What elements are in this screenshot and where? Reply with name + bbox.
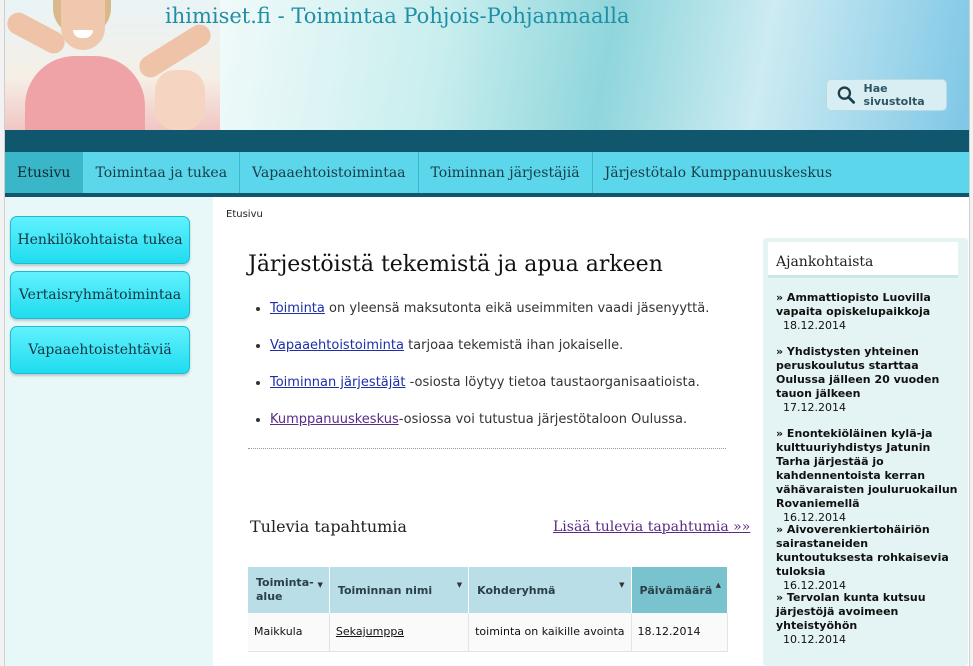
nav-item-jarjestotalo[interactable]: Järjestötalo Kumppanuuskeskus (593, 152, 844, 193)
column-header-toiminta-alue[interactable]: Toiminta-alue ▼ (248, 567, 330, 613)
news-title[interactable]: » Enontekiöläinen kylä-ja kulttuuriyhdis… (776, 427, 964, 511)
more-events-link[interactable]: Lisää tulevia tapahtumia »» (553, 519, 750, 535)
news-title[interactable]: » Yhdistysten yhteinen peruskoulutus sta… (776, 345, 964, 401)
link-vapaaehtoistoiminta[interactable]: Vapaaehtoistoiminta (270, 338, 404, 353)
nav-item-etusivu[interactable]: Etusivu (5, 152, 84, 193)
news-date: 18.12.2014 (783, 319, 846, 332)
news-title[interactable]: » Ammattiopisto Luovilla vapaita opiskel… (776, 291, 964, 319)
cell-target-group: toiminta on kaikille avointa (468, 613, 632, 652)
news-item[interactable]: » Enontekiöläinen kylä-ja kulttuuriyhdis… (776, 427, 964, 525)
events-title: Tulevia tapahtumia (250, 517, 407, 536)
sidebar-button-vertaisryhmatoimintaa[interactable]: Vertaisryhmätoimintaa (10, 271, 190, 319)
sort-down-icon: ▼ (317, 581, 323, 589)
news-item[interactable]: » Aivoverenkiertohäiriön sairastaneiden … (776, 523, 964, 593)
cell-date: 18.12.2014 (631, 613, 729, 652)
intro-text: -osiosta löytyy tietoa taustaorganisaati… (405, 375, 700, 390)
header-band (5, 130, 969, 152)
news-item[interactable]: » Yhdistysten yhteinen peruskoulutus sta… (776, 345, 964, 415)
table-row: Maikkula Sekajumppa toiminta on kaikille… (248, 613, 729, 652)
intro-text: on yleensä maksutonta eikä useimmiten va… (324, 301, 710, 316)
breadcrumb[interactable]: Etusivu (226, 209, 263, 220)
nav-item-toiminnan-jarjestajia[interactable]: Toiminnan järjestäjiä (419, 152, 593, 193)
events-table: Toiminta-alue ▼ Toiminnan nimi ▼ Kohderyhm… (248, 567, 729, 652)
main-nav: Etusivu Toimintaa ja tukea Vapaaehtoisto… (5, 152, 969, 197)
cell-name: Sekajumppa (329, 613, 470, 652)
divider (248, 448, 726, 449)
news-item[interactable]: » Ammattiopisto Luovilla vapaita opiskel… (776, 291, 964, 333)
list-item: Kumppanuuskeskus-osiossa voi tutustua jä… (270, 409, 730, 446)
sort-up-icon: ▲ (715, 581, 721, 589)
list-item: Toiminta on yleensä maksutonta eikä usei… (270, 298, 730, 335)
list-item: Vapaaehtoistoiminta tarjoaa tekemistä ih… (270, 335, 730, 372)
news-panel: Ajankohtaista » Ammattiopisto Luovilla v… (763, 238, 968, 666)
news-heading: Ajankohtaista (776, 254, 874, 270)
page-title: Järjestöistä tekemistä ja apua arkeen (248, 252, 663, 277)
sidebar-button-vapaaehtoistehtavia[interactable]: Vapaaehtoistehtäviä (10, 326, 190, 374)
site-header: ihimiset.fi - Toimintaa Pohjois-Pohjanma… (5, 0, 969, 130)
sort-down-icon: ▼ (619, 581, 625, 589)
news-date: 17.12.2014 (783, 401, 846, 414)
link-toiminta[interactable]: Toiminta (270, 301, 325, 316)
left-sidebar: Henkilökohtaista tukea Vertaisryhmätoimi… (5, 197, 213, 666)
news-title[interactable]: » Tervolan kunta kutsuu järjestöjä avoim… (776, 591, 964, 633)
news-title[interactable]: » Aivoverenkiertohäiriön sairastaneiden … (776, 523, 964, 579)
news-item[interactable]: » Tervolan kunta kutsuu järjestöjä avoim… (776, 591, 964, 647)
sidebar-button-henkilokohtaista-tukea[interactable]: Henkilökohtaista tukea (10, 216, 190, 264)
window-frame-right (969, 0, 973, 666)
link-kumppanuuskeskus[interactable]: Kumppanuuskeskus (270, 412, 399, 427)
intro-list: Toiminta on yleensä maksutonta eikä usei… (270, 298, 730, 446)
column-header-toiminnan-nimi[interactable]: Toiminnan nimi ▼ (329, 567, 470, 613)
news-heading-box: Ajankohtaista (768, 242, 958, 278)
list-item: Toiminnan järjestäjät -osiosta löytyy ti… (270, 372, 730, 409)
sort-down-icon: ▼ (456, 581, 463, 589)
search-icon (837, 86, 856, 104)
news-date: 10.12.2014 (783, 633, 846, 646)
site-title[interactable]: ihimiset.fi - Toimintaa Pohjois-Pohjanma… (165, 4, 630, 28)
intro-text: tarjoaa tekemistä ihan jokaiselle. (403, 338, 624, 353)
search-label: Hae sivustolta (863, 82, 925, 108)
nav-item-vapaaehtoistoimintaa[interactable]: Vapaaehtoistoimintaa (240, 152, 419, 193)
link-toiminnan-jarjestajat[interactable]: Toiminnan järjestäjät (270, 375, 405, 390)
nav-item-toimintaa-ja-tukea[interactable]: Toimintaa ja tukea (83, 152, 241, 193)
event-link[interactable]: Sekajumppa (336, 625, 404, 638)
cell-area: Maikkula (248, 613, 330, 652)
search-button[interactable]: Hae sivustolta (826, 79, 947, 111)
intro-text: -osiossa voi tutustua järjestötaloon Oul… (398, 412, 688, 427)
column-header-paivamaara[interactable]: Päivämäärä ▲ (631, 567, 729, 613)
column-header-kohderyhma[interactable]: Kohderyhmä ▼ (468, 567, 632, 613)
